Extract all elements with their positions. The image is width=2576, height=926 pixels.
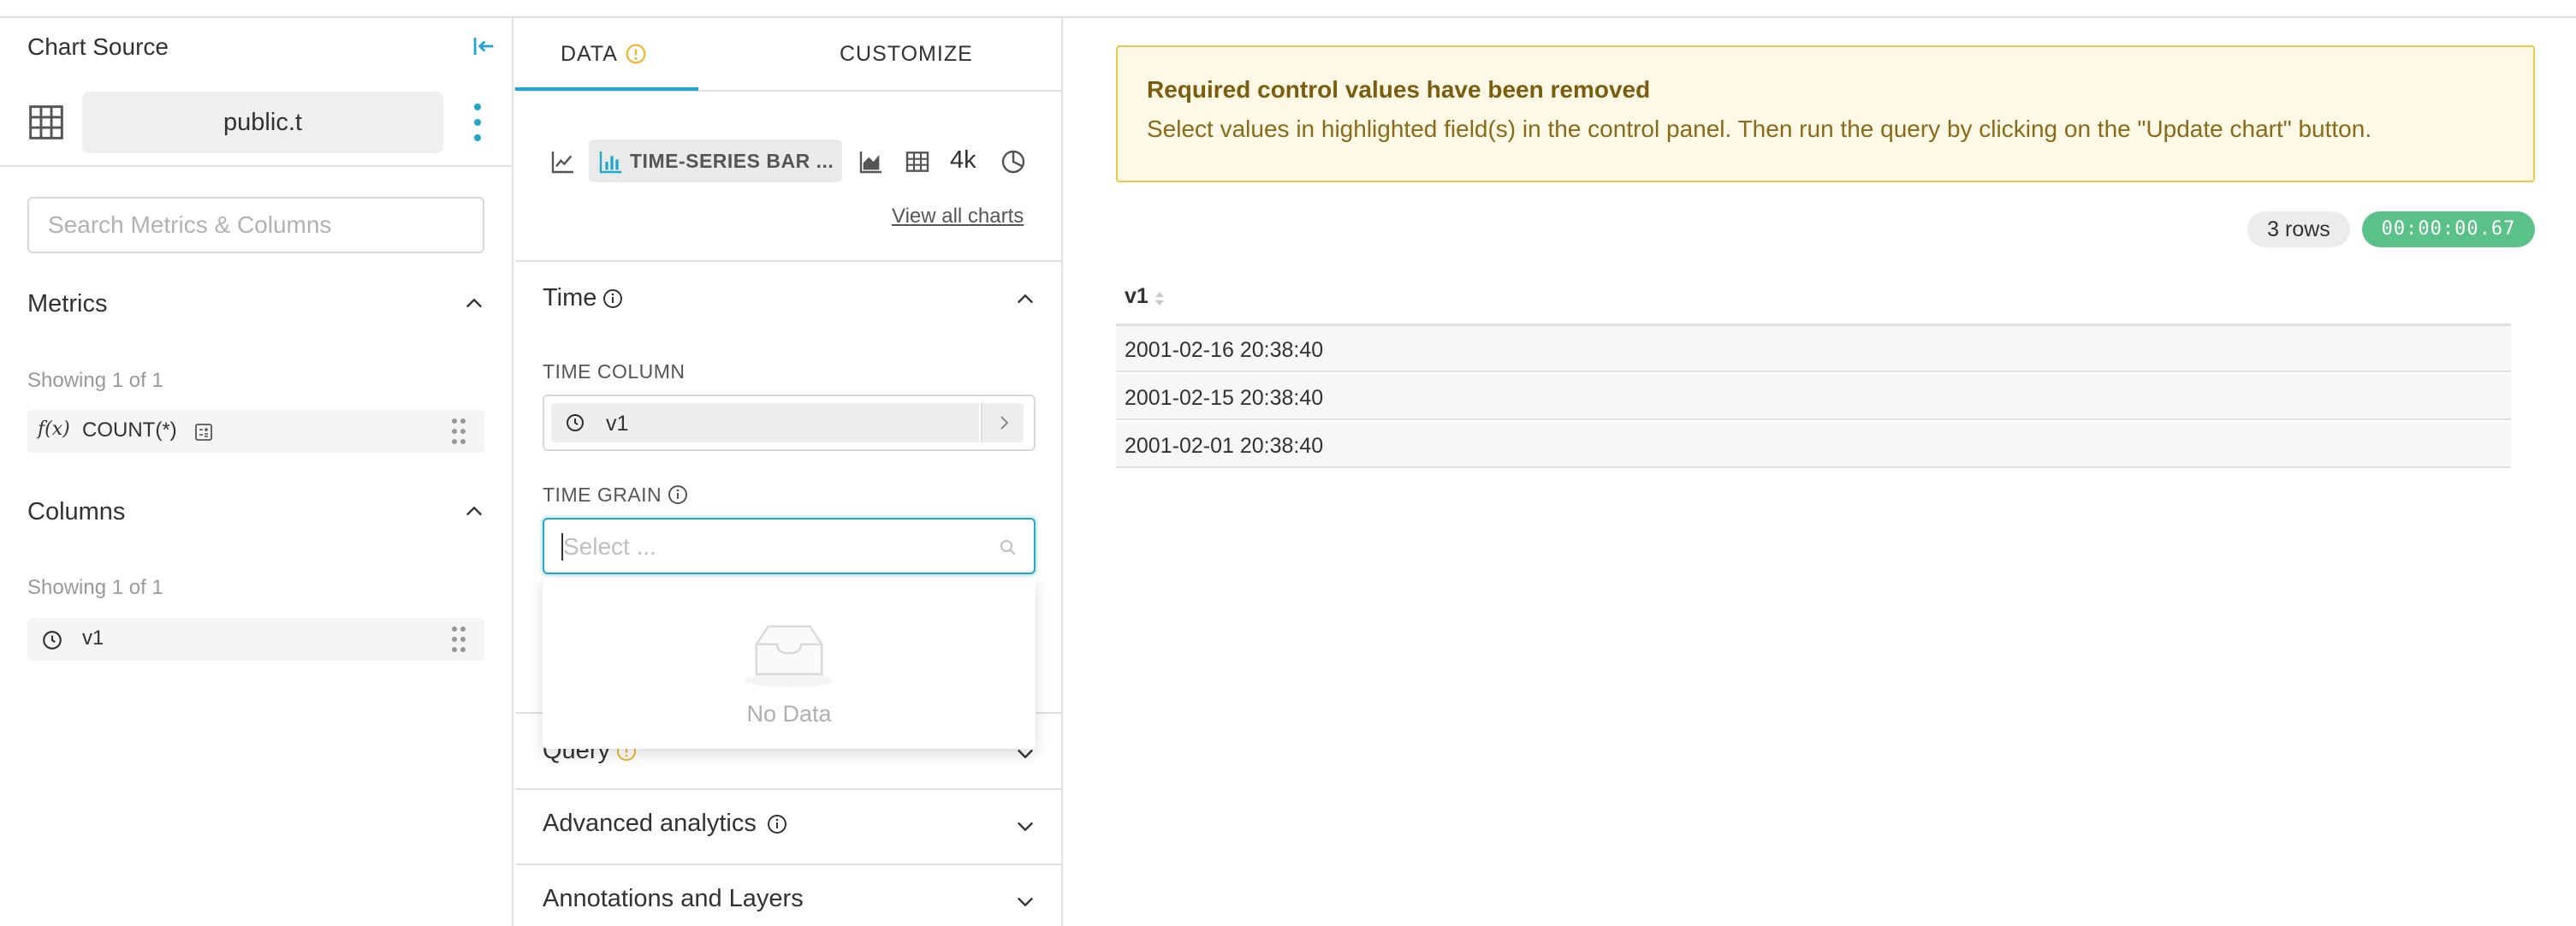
info-icon[interactable] [602,288,623,309]
search-metrics-columns-input[interactable]: Search Metrics & Columns [27,197,484,253]
search-icon [1000,540,1016,555]
datasource-title: Chart Source [27,33,169,60]
datasource-selector: public.t [0,86,513,167]
metric-label: COUNT(*) [82,418,177,442]
empty-inbox-icon [744,625,834,688]
viz-type-active-label: TIME-SERIES BAR ... [630,150,834,172]
control-tabs: DATA CUSTOMIZE [515,18,1061,92]
collapse-panel-icon[interactable] [469,32,498,61]
tab-data[interactable]: DATA [561,42,618,67]
chevron-up-icon[interactable] [1013,288,1037,312]
chevron-down-icon[interactable] [1013,889,1037,913]
metrics-showing-count: Showing 1 of 1 [27,369,163,392]
time-grain-dropdown: No Data [543,578,1036,749]
table-row: 2001-02-16 20:38:40 [1116,326,2511,372]
annotations-section-title[interactable]: Annotations and Layers [543,885,804,913]
column-item[interactable]: v1 [27,618,484,661]
chevron-up-icon[interactable] [462,292,486,316]
divider [515,260,1061,262]
divider [515,864,1061,865]
control-panel: DATA CUSTOMIZE TIME-SERIES BAR ... 4k Vi… [515,18,1063,926]
table-cell: 2001-02-01 20:38:40 [1125,434,1324,458]
clock-icon [567,414,584,431]
chevron-down-icon[interactable] [1013,814,1037,838]
view-all-charts-link[interactable]: View all charts [892,205,1024,229]
time-column-field[interactable]: v1 [543,395,1036,451]
columns-section-title[interactable]: Columns [27,498,125,526]
calculator-icon [195,424,212,441]
time-grain-select[interactable]: Select ... [543,518,1036,574]
function-icon: f(x) [38,418,70,440]
table-icon [29,105,63,139]
viz-type-shortcuts: TIME-SERIES BAR ... 4k [515,138,1061,186]
line-chart-icon[interactable] [549,148,577,175]
big-number-shortcut[interactable]: 4k [950,146,976,175]
active-tab-indicator [515,87,698,91]
metric-item[interactable]: f(x) COUNT(*) [27,410,484,453]
bar-chart-icon [599,151,621,174]
no-data-text: No Data [746,701,832,727]
sort-icon[interactable] [1154,289,1166,308]
datasource-name[interactable]: public.t [82,92,443,153]
row-count-badge: 3 rows [2247,211,2350,247]
alert-message: Select values in highlighted field(s) in… [1147,116,2372,142]
area-chart-icon[interactable] [858,148,885,175]
chevron-up-icon[interactable] [462,500,486,524]
time-grain-label: TIME GRAIN [543,484,662,506]
metrics-section-title[interactable]: Metrics [27,290,107,318]
table-cell: 2001-02-16 20:38:40 [1125,338,1324,362]
time-column-label: TIME COLUMN [543,360,686,383]
time-column-value-chip: v1 [551,403,979,442]
info-icon[interactable] [767,814,787,834]
time-grain-placeholder: Select ... [563,533,656,560]
datasource-panel: Chart Source public.t Search Metrics & C… [0,18,513,926]
more-vertical-icon[interactable] [467,102,488,145]
time-column-value: v1 [606,412,629,436]
clock-icon [43,631,62,650]
table-row: 2001-02-01 20:38:40 [1116,422,2511,468]
columns-showing-count: Showing 1 of 1 [27,576,163,599]
divider [515,788,1061,790]
table-row: 2001-02-15 20:38:40 [1116,374,2511,420]
info-icon[interactable] [668,484,688,505]
query-duration-badge: 00:00:00.67 [2362,211,2535,247]
time-column-arrow[interactable] [981,403,1024,442]
table-header-v1[interactable]: v1 [1125,284,1149,309]
top-divider [0,0,2576,18]
time-section-title[interactable]: Time [543,284,597,312]
warning-alert: Required control values have been remove… [1116,45,2535,182]
warning-icon [626,44,646,64]
table-chart-icon[interactable] [904,148,931,175]
drag-handle-icon[interactable] [448,625,469,654]
tab-customize[interactable]: CUSTOMIZE [840,42,973,67]
alert-title: Required control values have been remove… [1147,76,1651,103]
advanced-analytics-section-title[interactable]: Advanced analytics [543,810,757,838]
pie-chart-icon[interactable] [1000,148,1027,175]
table-cell: 2001-02-15 20:38:40 [1125,386,1324,410]
column-label: v1 [82,626,104,650]
drag-handle-icon[interactable] [448,417,469,446]
chevron-right-icon [1000,416,1009,430]
